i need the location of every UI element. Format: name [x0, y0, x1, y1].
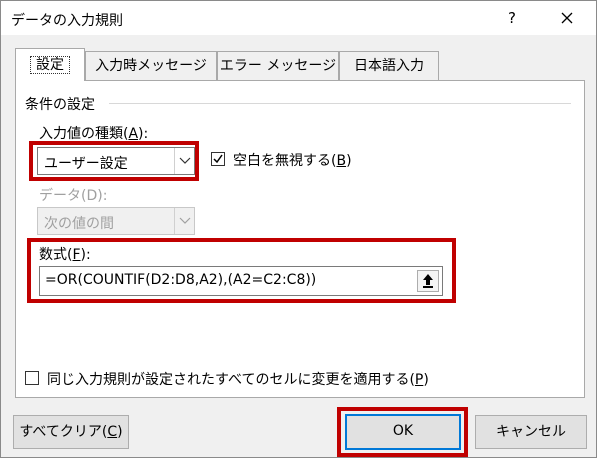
ignore-blank-label[interactable]: 空白を無視する(B)	[233, 150, 352, 170]
formula-highlight-box	[27, 238, 456, 303]
tab-settings[interactable]: 設定	[15, 48, 85, 81]
ignore-blank-checkbox[interactable]	[211, 152, 225, 166]
close-icon[interactable]	[552, 5, 582, 31]
tab-input-message[interactable]: 入力時メッセージ	[85, 51, 217, 80]
group-divider	[109, 103, 571, 104]
title-bar: データの入力規則 ?	[1, 1, 596, 35]
data-dropdown: 次の値の間	[37, 207, 195, 235]
checkmark-icon	[213, 154, 223, 164]
data-dropdown-value: 次の値の間	[44, 216, 114, 232]
clear-all-button[interactable]: すべてクリア(C)	[13, 415, 129, 449]
tab-error-alert[interactable]: エラー メッセージ	[217, 51, 339, 80]
apply-all-label[interactable]: 同じ入力規則が設定されたすべてのセルに変更を適用する(P)	[47, 369, 429, 389]
tab-settings-label: 設定	[30, 56, 70, 74]
help-button[interactable]: ?	[497, 5, 527, 31]
apply-all-checkbox[interactable]	[25, 371, 39, 385]
tab-ime[interactable]: 日本語入力	[339, 51, 439, 80]
allow-highlight-box	[29, 141, 199, 181]
cancel-button[interactable]: キャンセル	[475, 415, 587, 449]
ok-highlight-box	[337, 407, 468, 457]
data-validation-dialog: データの入力規則 ? 設定 入力時メッセージ エラー メッセージ 日本語入力 条…	[0, 0, 597, 458]
criteria-group-label: 条件の設定	[25, 97, 95, 113]
data-label: データ(D):	[39, 188, 108, 204]
chevron-down-icon	[174, 208, 194, 234]
window-title: データの入力規則	[11, 13, 123, 29]
allow-label: 入力値の種類(A):	[39, 126, 149, 142]
